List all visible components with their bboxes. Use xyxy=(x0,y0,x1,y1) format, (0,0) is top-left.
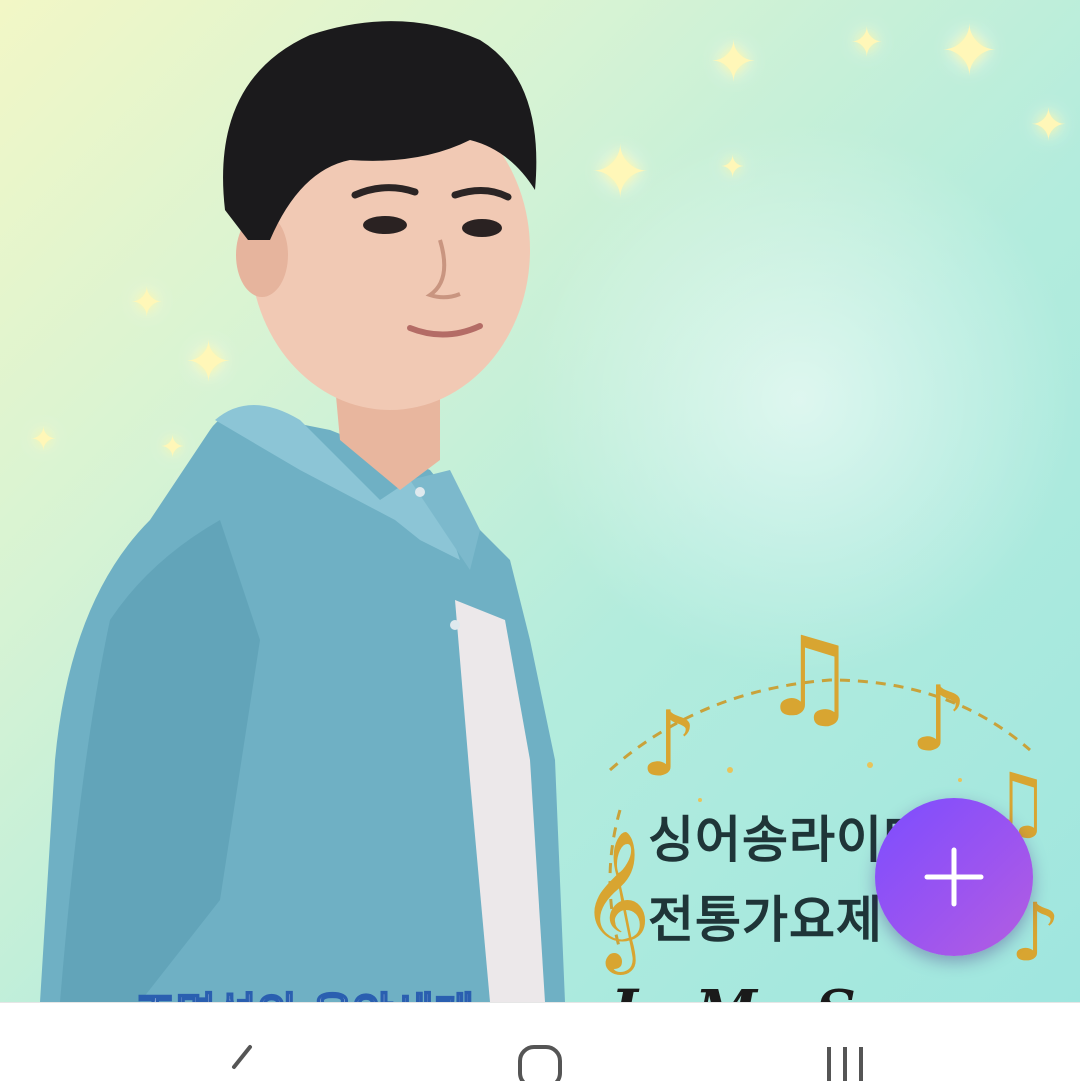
system-navigation-bar xyxy=(0,1002,1080,1081)
svg-text:♫: ♫ xyxy=(760,620,859,741)
plus-icon xyxy=(924,847,984,907)
svg-text:♪: ♪ xyxy=(910,667,967,772)
recents-icon xyxy=(827,1047,863,1081)
back-icon xyxy=(232,1045,252,1069)
home-button[interactable] xyxy=(510,1043,570,1081)
poster-bottom-right-text: J · M · S xyxy=(610,978,856,1002)
svg-text:♪: ♪ xyxy=(640,692,697,797)
poster-bottom-left-text: 조명섭의 음악세계 xyxy=(134,978,475,1002)
svg-text:𝄞: 𝄞 xyxy=(580,830,651,975)
add-button[interactable] xyxy=(875,798,1033,956)
poster-title-line2: 전통가요제 xyxy=(648,891,883,949)
home-icon xyxy=(518,1045,562,1081)
back-button[interactable] xyxy=(212,1043,272,1081)
recents-button[interactable] xyxy=(815,1043,875,1081)
